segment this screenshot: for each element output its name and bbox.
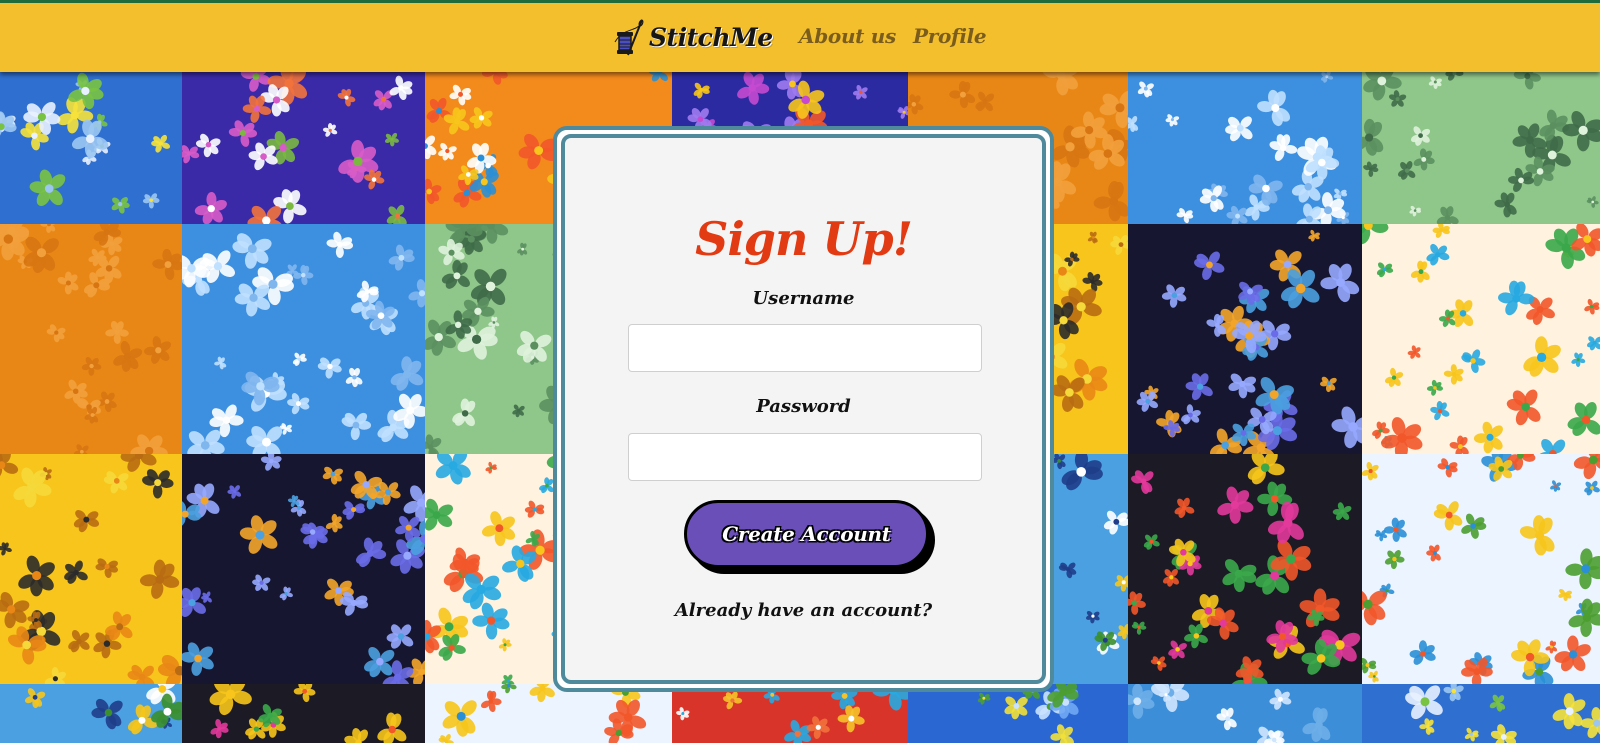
quilt-patch — [1128, 684, 1362, 743]
quilt-patch — [1362, 72, 1600, 224]
quilt-patch — [182, 684, 425, 743]
quilt-patch — [1128, 454, 1362, 684]
quilt-patch — [1362, 454, 1600, 684]
quilt-patch — [1362, 224, 1600, 454]
quilt-patch — [182, 454, 425, 684]
quilt-patch — [1128, 224, 1362, 454]
quilt-patch — [672, 684, 908, 743]
quilt-patch — [908, 684, 1128, 743]
quilt-patch — [0, 224, 182, 454]
password-label: Password — [756, 396, 851, 417]
quilt-patch — [0, 684, 182, 743]
thread-spool-needle-icon — [614, 19, 644, 56]
signup-card-inner: Sign Up! Username Password Create Accoun… — [561, 134, 1046, 684]
brand-home-link[interactable]: StitchMe — [611, 17, 773, 57]
quilt-patch — [1128, 72, 1362, 224]
create-account-button-label: Create Account — [722, 522, 891, 546]
quilt-patch — [0, 454, 182, 684]
brand-name: StitchMe — [649, 22, 773, 52]
quilt-patch — [425, 684, 672, 743]
quilt-patch — [0, 72, 182, 224]
nav-profile-link[interactable]: Profile — [913, 24, 987, 48]
nav-about-us-link[interactable]: About us — [799, 24, 896, 48]
top-navbar: StitchMe About us Profile — [0, 0, 1600, 72]
username-label: Username — [752, 288, 855, 309]
quilt-patch — [1362, 684, 1600, 743]
signup-card: Sign Up! Username Password Create Accoun… — [553, 126, 1054, 692]
already-have-account-link[interactable]: Already have an account? — [565, 600, 1042, 621]
quilt-patch — [182, 72, 425, 224]
create-account-button[interactable]: Create Account — [684, 500, 929, 568]
username-input[interactable] — [628, 324, 982, 372]
password-input[interactable] — [628, 433, 982, 481]
signup-title: Sign Up! — [695, 212, 913, 266]
quilt-patch — [182, 224, 425, 454]
